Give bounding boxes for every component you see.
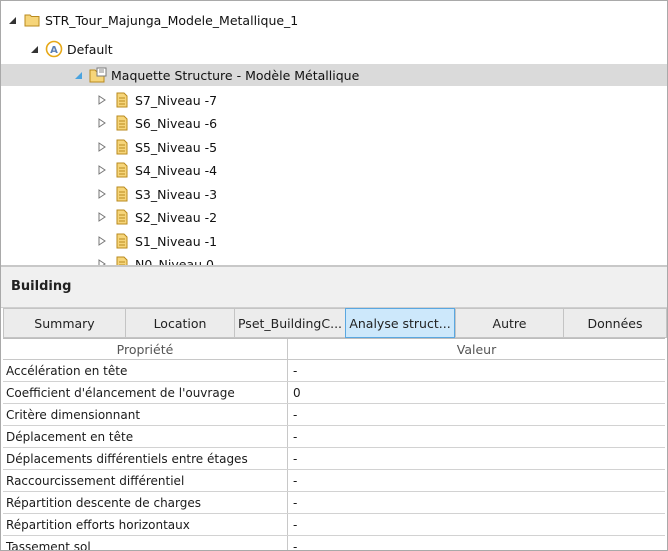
property-name: Accélération en tête [3,360,288,381]
property-value[interactable]: 0 [288,382,665,403]
tree-node-label: S3_Niveau -3 [135,186,218,202]
table-row[interactable]: Coefficient d'élancement de l'ouvrage 0 [3,382,665,404]
table-row[interactable]: Tassement sol - [3,536,665,551]
collapsed-arrow-icon[interactable] [97,189,107,199]
level-icon [113,91,131,109]
column-header-property[interactable]: Propriété [3,339,288,359]
expanded-arrow-icon[interactable] [7,15,17,25]
tree-node-label: S7_Niveau -7 [135,92,218,108]
table-row[interactable]: Raccourcissement différentiel - [3,470,665,492]
collapsed-arrow-icon[interactable] [97,142,107,152]
tree-node-level[interactable]: S6_Niveau -6 [1,112,667,134]
tree-node-root[interactable]: STR_Tour_Majunga_Modele_Metallique_1 [1,9,667,31]
tree-node-level[interactable]: S2_Niveau -2 [1,206,667,228]
property-grid: Propriété Valeur Accélération en tête - Co… [3,339,665,551]
tree-node-level[interactable]: S4_Niveau -4 [1,159,667,181]
property-name: Déplacement en tête [3,426,288,447]
level-icon [113,138,131,156]
tab-autre[interactable]: Autre [455,308,563,338]
collapsed-arrow-icon[interactable] [97,212,107,222]
tree-node-level[interactable]: S7_Niveau -7 [1,89,667,111]
window-frame: STR_Tour_Majunga_Modele_Metallique_1 A D… [0,0,668,551]
expanded-arrow-icon[interactable] [29,44,39,54]
table-row[interactable]: Critère dimensionnant - [3,404,665,426]
folder-icon [23,11,41,29]
default-badge-icon: A [45,40,63,58]
level-icon [113,161,131,179]
property-value[interactable]: - [288,514,665,535]
tab-location[interactable]: Location [125,308,234,338]
tree-node-label: Default [67,41,113,57]
property-value[interactable]: - [288,492,665,513]
property-name: Raccourcissement différentiel [3,470,288,491]
model-folder-icon [89,66,107,84]
property-tabs: Summary Location Pset_BuildingC... Analy… [3,308,667,339]
tab-donnees[interactable]: Données [563,308,667,338]
tree-node-default[interactable]: A Default [1,38,667,60]
tree-node-label: S2_Niveau -2 [135,209,218,225]
tree-node-model[interactable]: Maquette Structure - Modèle Métallique [1,64,667,86]
collapsed-arrow-icon[interactable] [97,236,107,246]
collapsed-arrow-icon[interactable] [97,118,107,128]
grid-header: Propriété Valeur [3,339,665,360]
tree-node-label: S5_Niveau -5 [135,139,218,155]
tree-node-label: S6_Niveau -6 [135,115,218,131]
property-name: Répartition efforts horizontaux [3,514,288,535]
tree-node-label: S4_Niveau -4 [135,162,218,178]
table-row[interactable]: Accélération en tête - [3,360,665,382]
tree-node-level[interactable]: N0_Niveau 0 [1,253,667,265]
tree-node-label: STR_Tour_Majunga_Modele_Metallique_1 [45,12,299,28]
tree-scrollbar[interactable] [655,1,665,265]
property-name: Répartition descente de charges [3,492,288,513]
tree-node-label: S1_Niveau -1 [135,233,218,249]
tab-analyse-structurelle[interactable]: Analyse struct... [345,308,455,338]
table-row[interactable]: Répartition efforts horizontaux - [3,514,665,536]
collapsed-arrow-icon[interactable] [97,95,107,105]
table-row[interactable]: Déplacement en tête - [3,426,665,448]
level-icon [113,185,131,203]
properties-header: Building [1,267,667,308]
panel-title: Building [11,279,72,294]
property-value[interactable]: - [288,470,665,491]
tab-pset-building[interactable]: Pset_BuildingC... [234,308,345,338]
property-value[interactable]: - [288,360,665,381]
tree-node-level[interactable]: S1_Niveau -1 [1,230,667,252]
level-icon [113,114,131,132]
expanded-arrow-icon[interactable] [73,70,83,80]
tree-node-label: N0_Niveau 0 [135,256,214,266]
table-row[interactable]: Déplacements différentiels entre étages - [3,448,665,470]
tree-node-level[interactable]: S5_Niveau -5 [1,136,667,158]
level-icon [113,232,131,250]
property-value[interactable]: - [288,404,665,425]
column-header-value[interactable]: Valeur [288,339,665,359]
project-tree: STR_Tour_Majunga_Modele_Metallique_1 A D… [1,1,667,265]
table-row[interactable]: Répartition descente de charges - [3,492,665,514]
property-value[interactable]: - [288,448,665,469]
property-value[interactable]: - [288,536,665,551]
property-name: Tassement sol [3,536,288,550]
collapsed-arrow-icon[interactable] [97,165,107,175]
level-icon [113,208,131,226]
property-name: Déplacements différentiels entre étages [3,448,288,469]
level-icon [113,255,131,265]
default-badge-letter: A [50,45,58,56]
property-name: Critère dimensionnant [3,404,288,425]
tree-node-level[interactable]: S3_Niveau -3 [1,183,667,205]
tree-node-label: Maquette Structure - Modèle Métallique [111,67,360,83]
property-value[interactable]: - [288,426,665,447]
tab-summary[interactable]: Summary [3,308,125,338]
property-name: Coefficient d'élancement de l'ouvrage [3,382,288,403]
